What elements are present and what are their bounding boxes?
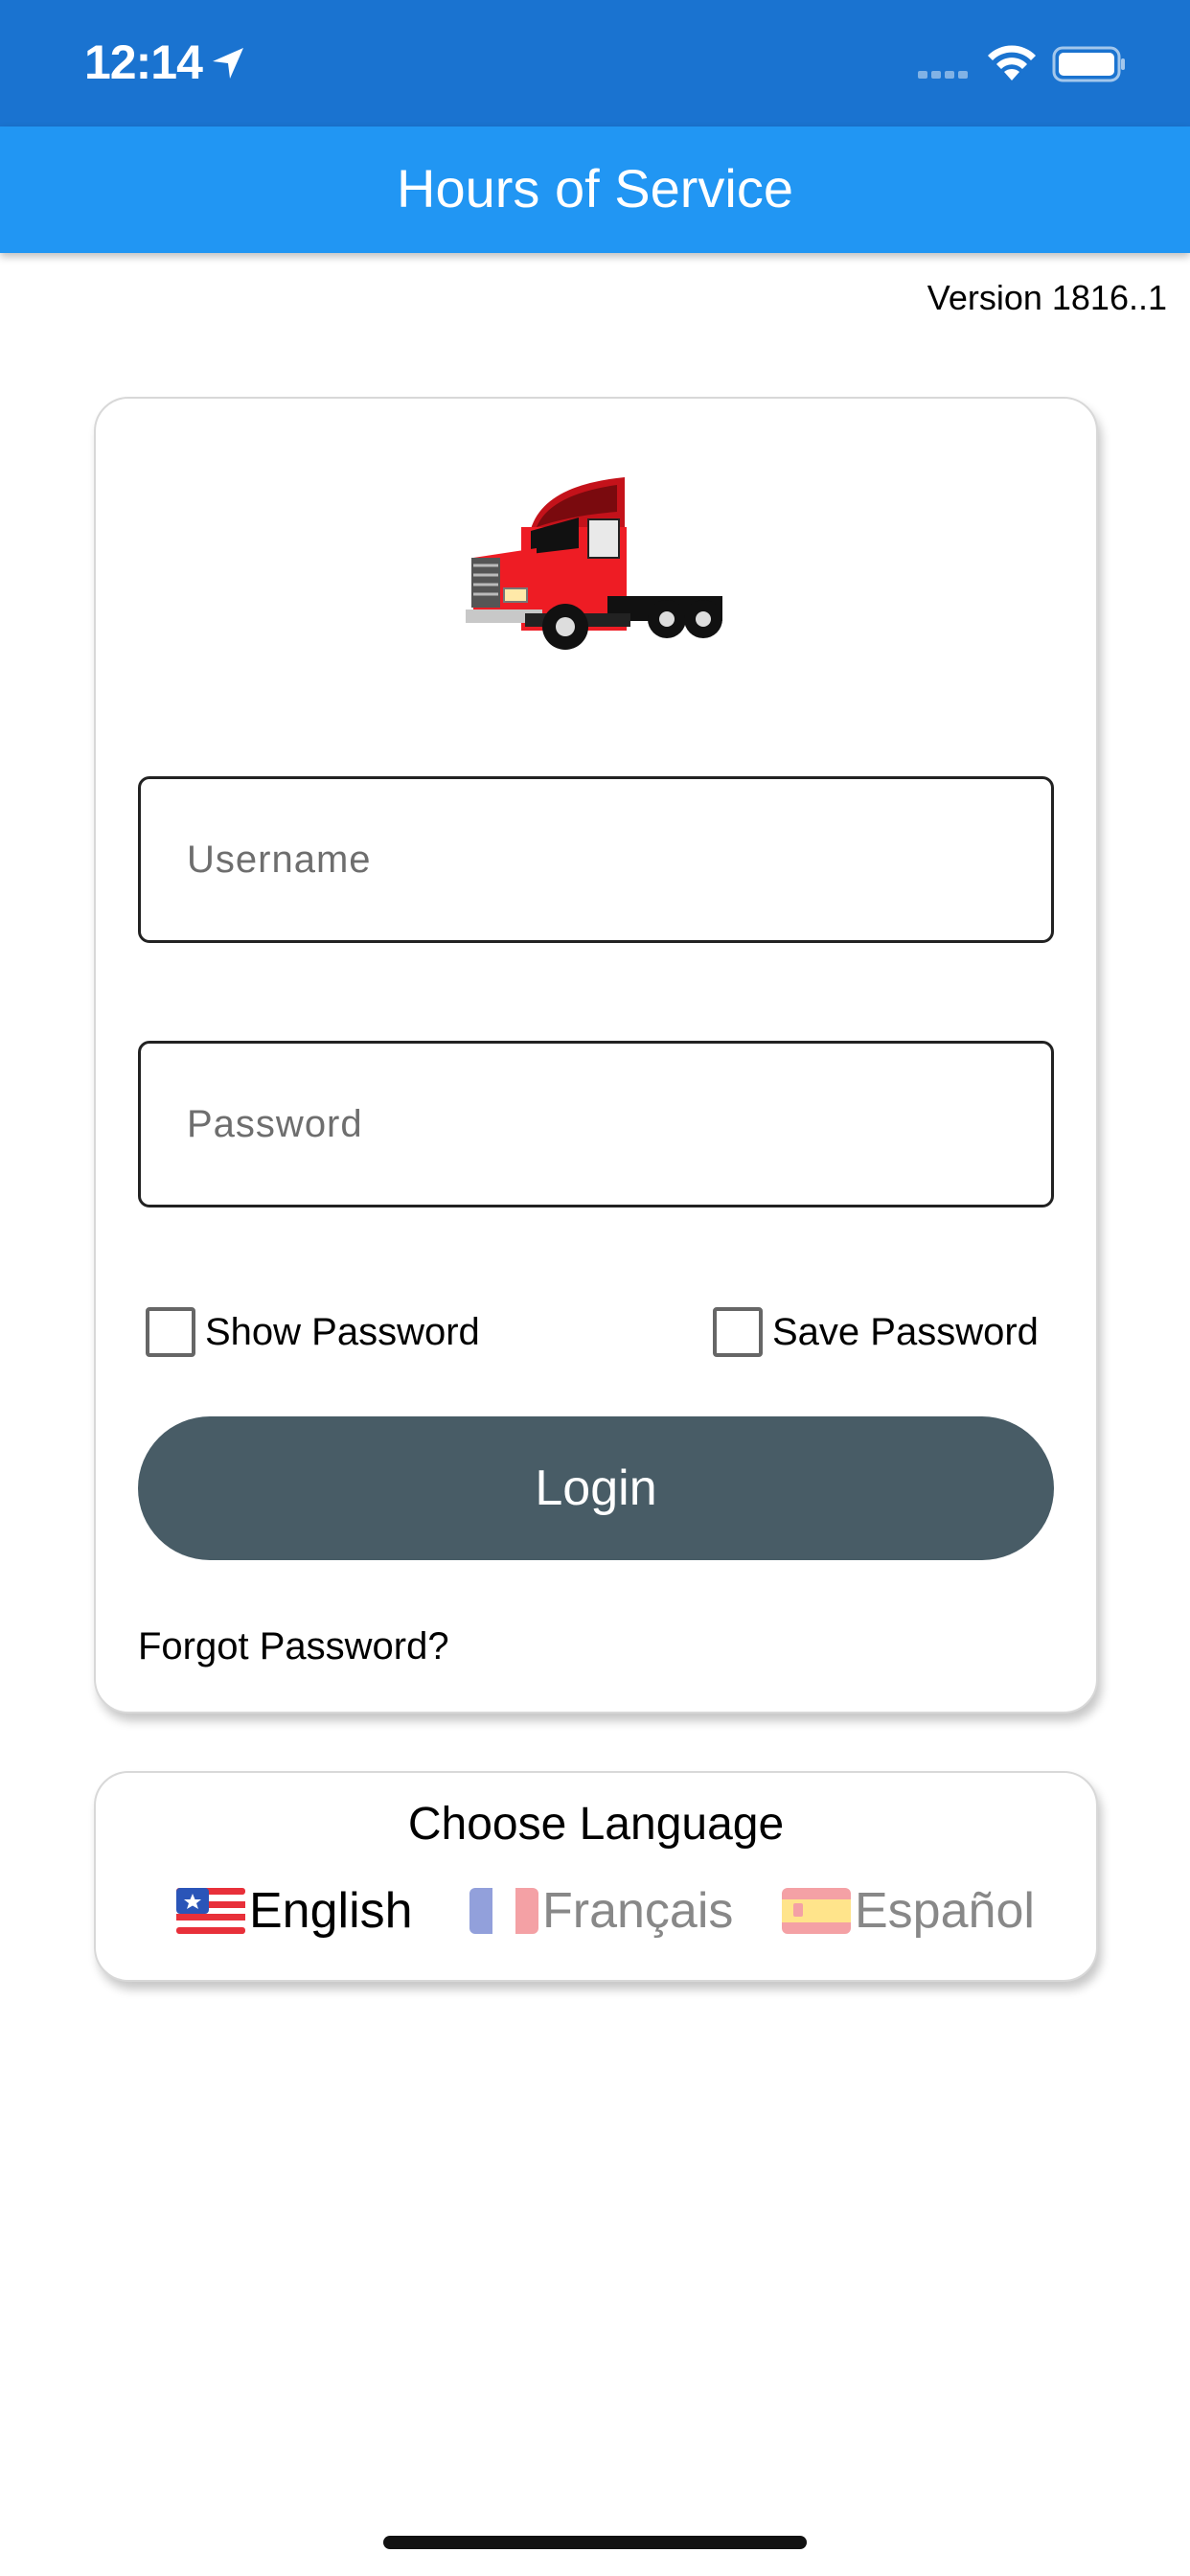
cellular-signal-icon <box>918 67 973 80</box>
save-password-checkbox[interactable] <box>713 1307 763 1357</box>
show-password-label: Show Password <box>205 1310 480 1353</box>
language-option-french[interactable]: Français <box>469 1880 733 1942</box>
save-password-toggle[interactable]: Save Password <box>713 1305 1039 1359</box>
status-time: 12:14 <box>84 35 203 89</box>
language-label-english: English <box>249 1883 413 1939</box>
show-password-toggle[interactable]: Show Password <box>146 1305 480 1359</box>
status-bar: 12:14 <box>0 0 1190 126</box>
language-card: Choose Language English Français Español <box>94 1771 1098 1982</box>
language-option-english[interactable]: English <box>176 1880 413 1942</box>
home-indicator[interactable] <box>383 2536 807 2549</box>
language-label-french: Français <box>542 1883 734 1939</box>
location-arrow-icon <box>213 48 243 79</box>
password-input[interactable] <box>141 1044 1051 1205</box>
username-field[interactable] <box>138 776 1054 943</box>
save-password-label: Save Password <box>772 1310 1039 1353</box>
version-label: Version 1816..1 <box>927 278 1167 317</box>
france-flag-icon <box>469 1888 538 1934</box>
app-bar: Hours of Service <box>0 126 1190 253</box>
language-option-spanish[interactable]: Español <box>782 1880 1035 1942</box>
language-title: Choose Language <box>407 1799 785 1850</box>
battery-icon <box>1052 46 1125 82</box>
us-flag-icon <box>176 1888 245 1934</box>
truck-icon <box>466 477 722 650</box>
username-input[interactable] <box>141 779 1051 940</box>
login-button[interactable]: Login <box>138 1416 1054 1560</box>
forgot-password-link[interactable]: Forgot Password? <box>138 1625 449 1668</box>
wifi-icon <box>988 45 1036 80</box>
show-password-checkbox[interactable] <box>146 1307 195 1357</box>
app-title: Hours of Service <box>397 158 793 218</box>
password-field[interactable] <box>138 1041 1054 1208</box>
language-label-spanish: Español <box>855 1883 1035 1939</box>
spain-flag-icon <box>782 1888 851 1934</box>
login-card: Show Password Save Password Login Forgot… <box>94 397 1098 1714</box>
